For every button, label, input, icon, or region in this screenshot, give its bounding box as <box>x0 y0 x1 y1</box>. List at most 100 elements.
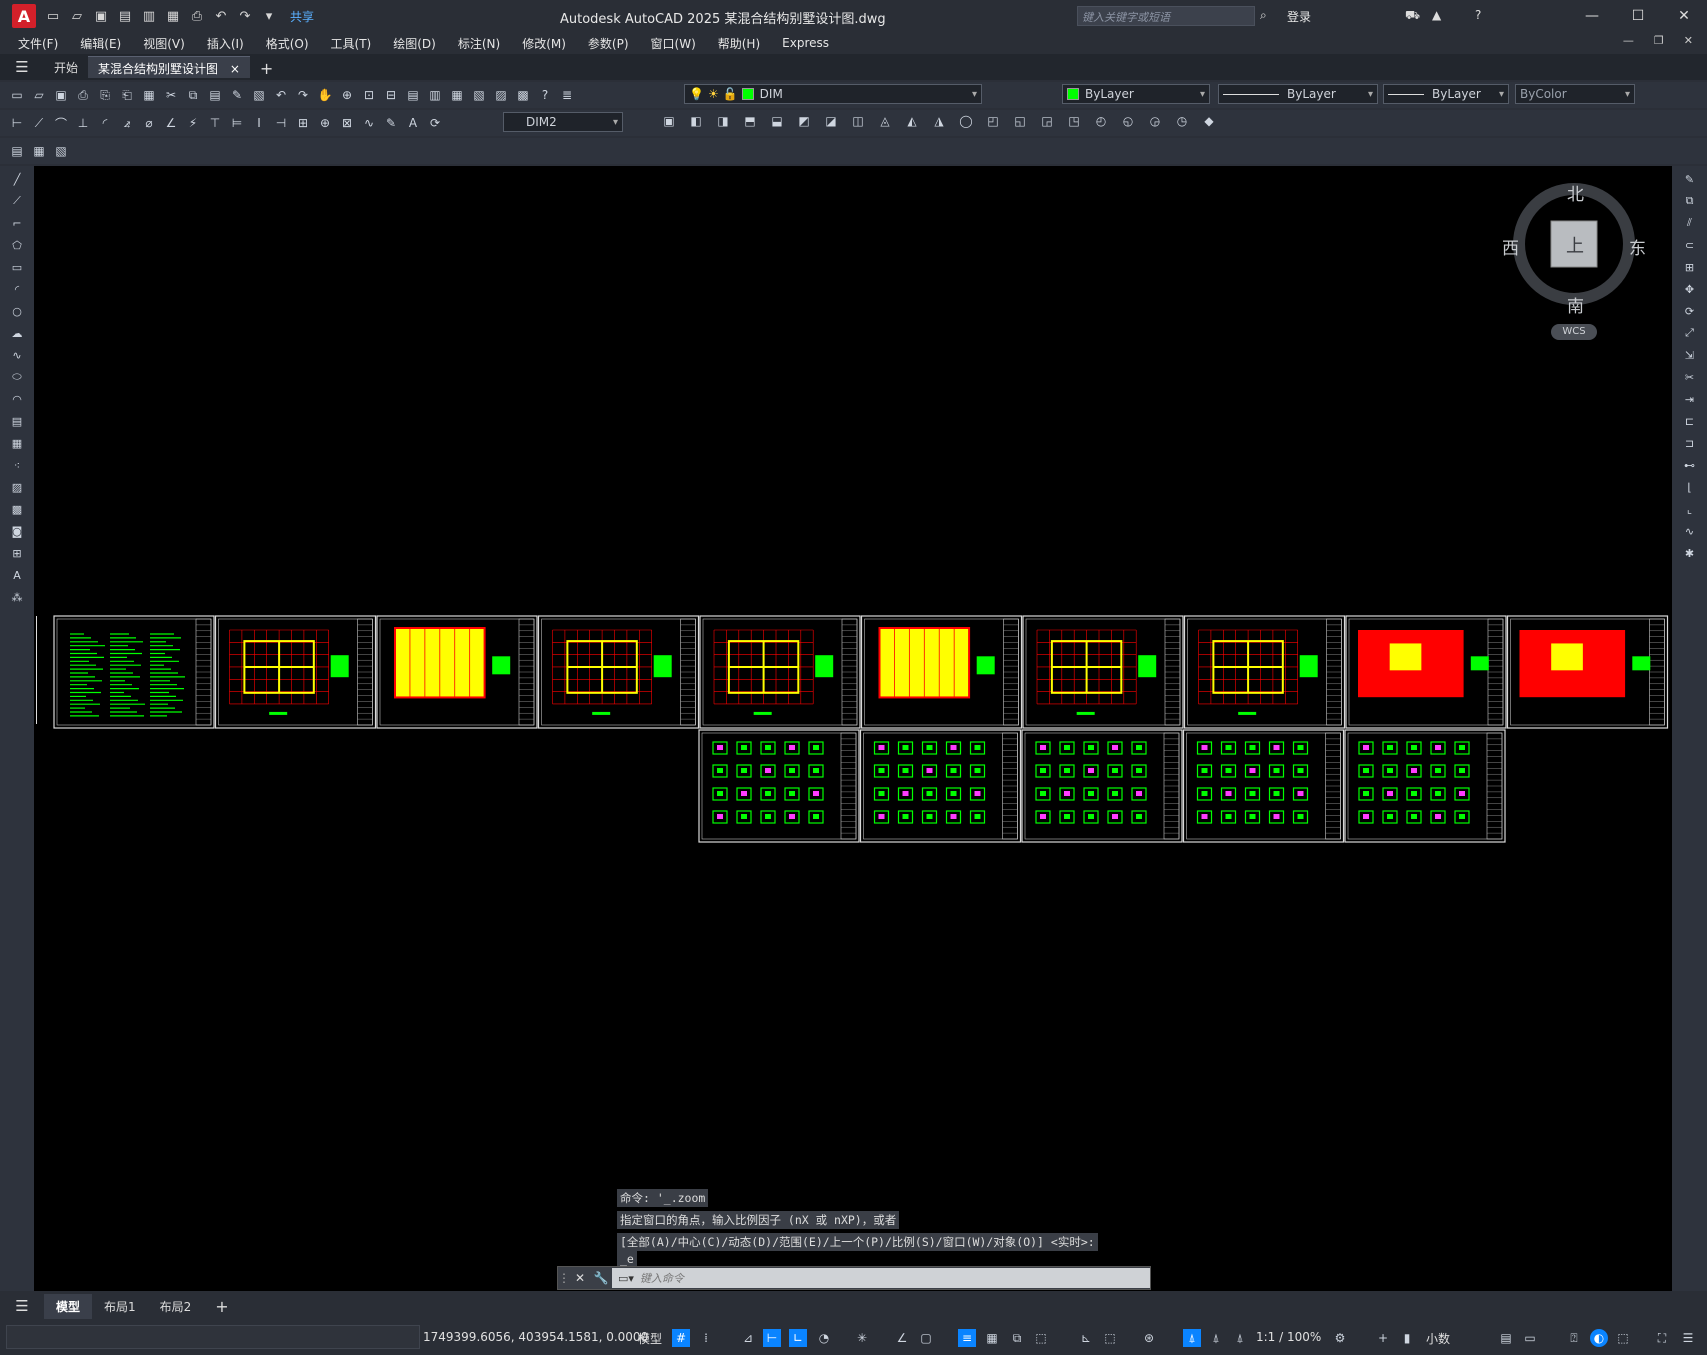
help-icon[interactable]: ? <box>1475 8 1481 22</box>
doc-minimize-icon[interactable]: — <box>1623 34 1634 47</box>
cart-icon[interactable]: ⛟ <box>1405 8 1420 24</box>
graphics-performance-icon[interactable]: ◐ <box>1590 1329 1608 1347</box>
linetype-dropdown[interactable]: ByLayer ▾ <box>1218 84 1378 104</box>
revision-cloud-icon[interactable]: ☁ <box>8 324 26 342</box>
hatch-icon[interactable]: ▨ <box>8 478 26 496</box>
compass-west-label[interactable]: 西 <box>1502 234 1519 259</box>
calculator-icon[interactable]: ▩ <box>514 86 532 104</box>
export-icon[interactable]: ▦ <box>164 7 182 25</box>
save-icon[interactable]: ▣ <box>92 7 110 25</box>
object-snap-tracking-icon[interactable]: ∠ <box>893 1329 911 1347</box>
inspection-icon[interactable]: ⊠ <box>338 114 356 132</box>
export-pdf-icon[interactable]: ▦ <box>140 86 158 104</box>
section-icon[interactable]: ◭ <box>903 112 921 130</box>
layout-menu-icon[interactable]: ☰ <box>0 1297 44 1315</box>
rectangle-icon[interactable]: ▭ <box>8 258 26 276</box>
gradient-icon[interactable]: ▩ <box>8 500 26 518</box>
dimension-update-icon[interactable]: ⟳ <box>426 114 444 132</box>
model-space-canvas[interactable]: 北 南 东 西 上 WCS 命令: '_.zoom 指定窗口的角点，输入比例因子… <box>34 166 1672 1291</box>
menu-item[interactable]: 工具(T) <box>331 35 372 52</box>
thicken-icon[interactable]: ◮ <box>930 112 948 130</box>
close-command-line-icon[interactable]: ✕ <box>570 1271 590 1285</box>
menu-item[interactable]: 视图(V) <box>143 35 185 52</box>
region-icon[interactable]: ◙ <box>8 522 26 540</box>
annotation-scale-value[interactable]: 1:1 / 100% <box>1256 1330 1321 1344</box>
sweep-icon[interactable]: ◩ <box>795 112 813 130</box>
diameter-icon[interactable]: ⌀ <box>140 114 158 132</box>
undo-icon[interactable]: ↶ <box>272 86 290 104</box>
spline-icon[interactable]: ∿ <box>8 346 26 364</box>
doc-restore-icon[interactable]: ❐ <box>1654 34 1664 47</box>
fullscreen-icon[interactable]: ⛶ <box>1653 1329 1671 1347</box>
radius-icon[interactable]: ◜ <box>96 114 114 132</box>
drawing-sheet[interactable] <box>699 615 861 729</box>
ellipse-icon[interactable]: ⬭ <box>8 368 26 386</box>
join-icon[interactable]: ⊷ <box>1681 456 1699 474</box>
menu-item[interactable]: 插入(I) <box>207 35 244 52</box>
annotation-scale-icon[interactable]: ⍋ <box>1231 1329 1249 1347</box>
menu-item[interactable]: 绘图(D) <box>393 35 436 52</box>
flatshot-icon[interactable]: ◰ <box>984 112 1002 130</box>
zoom-window-icon[interactable]: ⊡ <box>360 86 378 104</box>
sheet-set-icon[interactable]: ▧ <box>470 86 488 104</box>
aligned-dimension-icon[interactable]: ⟋ <box>30 114 48 132</box>
polygon-icon[interactable]: ⬠ <box>8 236 26 254</box>
continue-icon[interactable]: ⊨ <box>228 114 246 132</box>
solid-union-icon[interactable]: ◧ <box>687 112 705 130</box>
extend-icon[interactable]: ⇥ <box>1681 390 1699 408</box>
share-button[interactable]: 共享 <box>290 8 314 25</box>
properties-icon[interactable]: ▤ <box>404 86 422 104</box>
pan-icon[interactable]: ✋ <box>316 86 334 104</box>
workspace-gear-icon[interactable]: ⚙ <box>1331 1329 1349 1347</box>
loft-icon[interactable]: ◫ <box>849 112 867 130</box>
auto-scale-icon[interactable]: ⍋ <box>1207 1329 1225 1347</box>
dimension-space-icon[interactable]: I <box>250 114 268 132</box>
selection-filter-icon[interactable]: ⬚ <box>1101 1329 1119 1347</box>
menu-item[interactable]: 修改(M) <box>522 35 566 52</box>
move-icon[interactable]: ✥ <box>1681 280 1699 298</box>
point-icon[interactable]: ⁖ <box>8 456 26 474</box>
doc-close-icon[interactable]: ✕ <box>1684 34 1693 47</box>
undo-icon[interactable]: ↶ <box>212 7 230 25</box>
isodraft-icon[interactable]: ✳ <box>853 1329 871 1347</box>
new-file-icon[interactable]: ▭ <box>44 7 62 25</box>
menu-item[interactable]: 参数(P) <box>588 35 629 52</box>
drawing-sheet[interactable] <box>860 615 1023 729</box>
object-snap-icon[interactable]: ▢ <box>917 1329 935 1347</box>
gizmo-icon[interactable]: ⊛ <box>1140 1329 1158 1347</box>
redo-icon[interactable]: ↷ <box>236 7 254 25</box>
lock-ui-icon[interactable]: ▭ <box>1521 1329 1539 1347</box>
plot-icon[interactable]: ⎙ <box>74 86 92 104</box>
minimize-icon[interactable]: — <box>1569 0 1615 32</box>
hamburger-menu-icon[interactable]: ☰ <box>0 58 44 76</box>
baseline-icon[interactable]: ⊤ <box>206 114 224 132</box>
new-icon[interactable]: ▭ <box>8 86 26 104</box>
solid-box-icon[interactable]: ▣ <box>660 112 678 130</box>
blend-curves-icon[interactable]: ∿ <box>1681 522 1699 540</box>
insert-block-icon[interactable]: ▤ <box>8 412 26 430</box>
jogged-linear-icon[interactable]: ∿ <box>360 114 378 132</box>
quick-dimension-icon[interactable]: ⚡ <box>184 114 202 132</box>
dimension-break-icon[interactable]: ⊣ <box>272 114 290 132</box>
array3d-icon[interactable]: ◴ <box>1092 112 1110 130</box>
solid-subtract-icon[interactable]: ◨ <box>714 112 732 130</box>
tab-model[interactable]: 模型 <box>44 1293 93 1319</box>
coordinates-display[interactable]: 1749399.6056, 403954.1581, 0.0000 <box>423 1330 648 1344</box>
mirror3d-icon[interactable]: ◵ <box>1119 112 1137 130</box>
drawing-sheet[interactable] <box>1021 729 1183 843</box>
transparency-icon[interactable]: ▦ <box>983 1329 1001 1347</box>
erase-icon[interactable]: ✎ <box>1681 170 1699 188</box>
isolate-objects-icon[interactable]: ⍰ <box>1565 1329 1583 1347</box>
paste-icon[interactable]: ▤ <box>206 86 224 104</box>
chamfer-icon[interactable]: ⌊ <box>1681 478 1699 496</box>
new-tab-button[interactable]: + <box>250 56 283 78</box>
open-folder-icon[interactable]: ▱ <box>68 7 86 25</box>
presspull-icon[interactable]: ⬓ <box>768 112 786 130</box>
drawing-sheet[interactable] <box>1345 615 1507 729</box>
tab-drawing[interactable]: 某混合结构别墅设计图 × <box>88 56 250 78</box>
add-selected-icon[interactable]: ⁂ <box>8 588 26 606</box>
units-icon[interactable]: ▮ <box>1398 1329 1416 1347</box>
zoom-realtime-icon[interactable]: ⊕ <box>338 86 356 104</box>
menu-item[interactable]: 窗口(W) <box>651 35 696 52</box>
mirror-icon[interactable]: ⫽ <box>1681 214 1699 232</box>
